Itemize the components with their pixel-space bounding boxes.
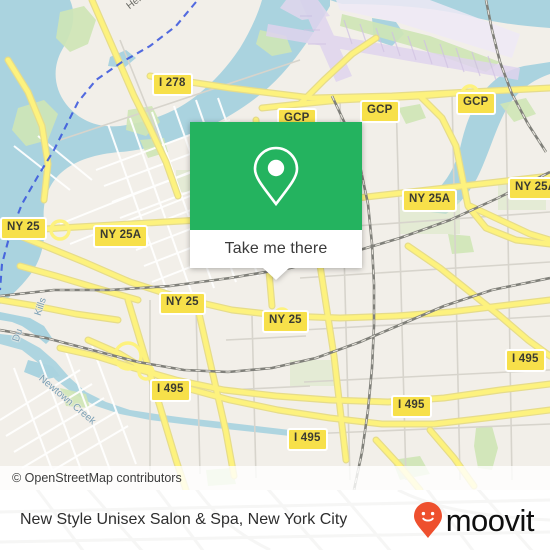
highway-shield: I 495 [391,395,432,418]
moovit-smiley-pin-icon [413,502,442,538]
highway-shield: NY 25A [402,189,458,212]
highway-shield: I 278 [152,73,193,96]
highway-shield: NY 25 [262,310,309,333]
highway-shield: NY 25 [159,292,206,315]
place-title: New Style Unisex Salon & Spa, New York C… [20,511,348,528]
place-callout-card[interactable]: Take me there [190,122,362,280]
highway-shield: I 495 [287,428,328,451]
map-attribution-bar: © OpenStreetMap contributors [0,466,550,490]
callout-action-panel[interactable]: Take me there [190,230,362,268]
highway-shield: NY 25 [0,217,47,240]
highway-shield: NY 25A [93,225,149,248]
highway-shield: I 495 [150,379,191,402]
map-pin-icon [253,146,299,207]
highway-shield: NY 25A [508,177,550,200]
moovit-place-map-screenshot: I 278GCPGCPGCPNY 25ANY 25ANY 25NY 25ANY … [0,0,550,550]
highway-shield: GCP [456,92,496,115]
footer-content: New Style Unisex Salon & Spa, New York C… [0,490,550,550]
callout-pointer-triangle [263,268,289,280]
footer-bar: New Style Unisex Salon & Spa, New York C… [0,490,550,550]
callout-pin-panel [190,122,362,230]
openstreetmap-attribution[interactable]: © OpenStreetMap contributors [0,471,182,485]
moovit-logo[interactable]: moovit [413,501,535,539]
highway-shield: GCP [360,100,400,123]
take-me-there-label: Take me there [224,240,328,257]
moovit-wordmark: moovit [445,502,535,538]
highway-shield: I 495 [505,349,546,372]
